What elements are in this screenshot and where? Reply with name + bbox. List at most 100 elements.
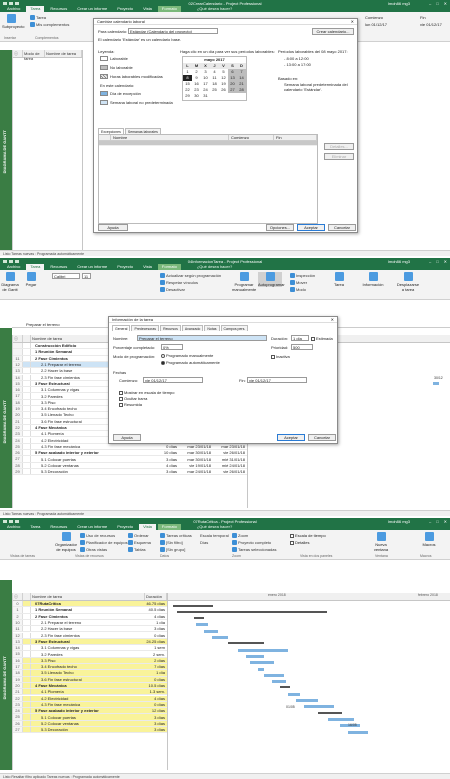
task-name-input[interactable]: Preparar el terreno <box>137 335 267 341</box>
duration-column-header[interactable]: Duración <box>145 593 167 600</box>
task-bar[interactable] <box>272 680 286 684</box>
task-bar[interactable] <box>258 667 264 671</box>
critical-tasks-filter[interactable]: Tareas críticas <box>160 533 192 538</box>
help-button[interactable]: Ayuda <box>113 434 141 441</box>
start-date-input[interactable]: vie 01/12/17 <box>143 377 203 383</box>
subproject-button[interactable]: Subproyecto <box>2 14 24 29</box>
details-button[interactable]: Detalles... <box>324 143 354 150</box>
maximize-icon[interactable]: □ <box>436 259 438 264</box>
table-row[interactable] <box>99 141 317 146</box>
deactivate-button[interactable]: Desactivar <box>160 287 185 292</box>
task-bar[interactable] <box>250 661 274 665</box>
exceptions-table[interactable]: Nombre Comienzo Fin <box>98 134 318 224</box>
show-timeline-checkbox[interactable]: Mostrar en escala de tiempo <box>119 390 174 395</box>
duration-input[interactable]: 1 día <box>291 335 309 341</box>
task-button[interactable]: Tarea <box>30 15 46 20</box>
end-date-input[interactable]: vie 01/12/17 <box>247 377 307 383</box>
minimize-icon[interactable]: – <box>429 259 431 264</box>
table-row[interactable]: 27 5.3 Decoración 3 días <box>13 727 167 734</box>
resource-usage-button[interactable]: Uso de recursos <box>80 533 115 538</box>
mode-column-header[interactable] <box>23 335 31 342</box>
window-controls[interactable]: – □ ✕ <box>429 519 447 524</box>
options-button[interactable]: Opciones... <box>266 224 294 231</box>
timescale-select[interactable]: Escala temporal <box>200 533 229 538</box>
close-icon[interactable]: ✕ <box>444 1 447 6</box>
manual-schedule-button[interactable]: Programar manualmente <box>232 272 256 292</box>
cancel-button[interactable]: Cancelar <box>328 224 356 231</box>
respect-links-button[interactable]: Respetar vínculos <box>160 280 198 285</box>
complements-button[interactable]: Mis complementos <box>30 22 69 27</box>
mode-button[interactable]: Modo <box>290 287 306 292</box>
task-bar[interactable] <box>348 730 368 734</box>
task-bar[interactable] <box>196 623 208 627</box>
minimize-icon[interactable]: – <box>429 1 431 6</box>
sort-button[interactable]: Ordenar <box>128 533 149 538</box>
task-bar[interactable] <box>433 382 439 385</box>
window-controls[interactable]: – □ ✕ <box>429 259 447 264</box>
create-calendar-button[interactable]: Crear calendario... <box>312 28 354 35</box>
font-select[interactable]: Calibri <box>52 273 80 279</box>
table-row[interactable]: 29 5.3 Decoración 3 días mar 24/01/18 vie 26… <box>13 469 247 476</box>
move-button[interactable]: Mover <box>290 280 307 285</box>
name-column-header[interactable]: Nombre de tarea <box>31 593 145 600</box>
rollup-checkbox[interactable]: Resumida <box>119 402 142 407</box>
task-bar[interactable] <box>204 629 218 633</box>
task-bar[interactable] <box>212 636 228 639</box>
tab-predecessors[interactable]: Predecesoras <box>131 325 160 331</box>
font-size-select[interactable]: 11 <box>82 273 91 279</box>
zoom-button[interactable]: Zoom <box>232 533 248 538</box>
manual-radio[interactable]: Programado manualmente <box>161 353 213 358</box>
tab-custom-fields[interactable]: Campos pers. <box>220 325 249 331</box>
percent-input[interactable]: 0% <box>161 344 183 350</box>
priority-input[interactable]: 500 <box>291 344 313 350</box>
update-schedule-button[interactable]: Actualizar según programación <box>160 273 221 278</box>
tables-button[interactable]: Tablas <box>128 547 146 552</box>
mode-column-header[interactable]: Modo de tarea <box>23 50 45 61</box>
cancel-button[interactable]: Cancelar <box>308 434 336 441</box>
days-select[interactable]: Días <box>200 540 208 545</box>
summary-bar[interactable] <box>177 610 327 613</box>
planner-button[interactable]: Planificador de equipos <box>80 540 128 545</box>
paste-button[interactable]: Pegar <box>22 272 40 287</box>
timeline-checkbox[interactable]: Escala de tiempo <box>290 533 326 538</box>
window-controls[interactable]: – □ ✕ <box>429 1 447 6</box>
summary-bar[interactable] <box>228 642 264 645</box>
task-bar[interactable] <box>288 692 300 696</box>
tab-notes[interactable]: Notas <box>204 325 220 331</box>
maximize-icon[interactable]: □ <box>436 1 438 6</box>
task-bar[interactable] <box>304 705 334 709</box>
close-icon[interactable]: ✕ <box>444 259 447 264</box>
task-bar[interactable] <box>328 717 354 721</box>
for-calendar-select[interactable]: Estándar (Calendario del proyecto) <box>128 28 218 34</box>
task-bar[interactable] <box>296 699 318 702</box>
tab-general[interactable]: General <box>112 325 131 331</box>
information-button[interactable]: Información <box>362 272 384 287</box>
task-bar[interactable] <box>238 648 288 652</box>
estimated-checkbox[interactable]: Estimada <box>311 336 333 341</box>
inspect-button[interactable]: Inspección <box>290 273 315 278</box>
team-organizer-button[interactable]: Organizador de equipos <box>55 532 77 552</box>
tab-resources[interactable]: Recursos <box>160 325 181 331</box>
close-icon[interactable]: ✕ <box>351 19 354 25</box>
inactive-checkbox[interactable]: Inactiva <box>271 354 290 359</box>
delete-button[interactable]: Eliminar <box>324 153 354 160</box>
auto-schedule-button[interactable]: Autoprogramar <box>258 272 285 287</box>
summary-bar[interactable] <box>194 617 204 620</box>
entire-project-button[interactable]: Proyecto completo <box>232 540 271 545</box>
summary-bar[interactable] <box>173 604 213 607</box>
close-icon[interactable]: ✕ <box>331 317 334 323</box>
accept-button[interactable]: Aceptar <box>277 434 305 441</box>
close-icon[interactable]: ✕ <box>444 519 447 524</box>
maximize-icon[interactable]: □ <box>436 519 438 524</box>
other-views-button[interactable]: Otras vistas <box>80 547 107 552</box>
outline-button[interactable]: Esquema <box>128 540 151 545</box>
selected-tasks-button[interactable]: Tareas seleccionadas <box>232 547 276 552</box>
task-bar[interactable] <box>246 654 264 658</box>
macros-button[interactable]: Macros <box>420 532 438 547</box>
month-calendar[interactable]: mayo 2017 LMXJVSD 1234567 8 9 10 11 12 13 14 1… <box>182 56 247 101</box>
name-column-header[interactable]: Nombre de tarea <box>45 50 82 57</box>
accept-button[interactable]: Aceptar <box>297 224 325 231</box>
tab-advanced[interactable]: Avanzado <box>181 325 204 331</box>
gantt-chart-area[interactable]: enero 2018 febrero 2018 01/05 16/05 <box>167 593 450 770</box>
filter-select[interactable]: [Sin filtro] <box>160 540 183 545</box>
